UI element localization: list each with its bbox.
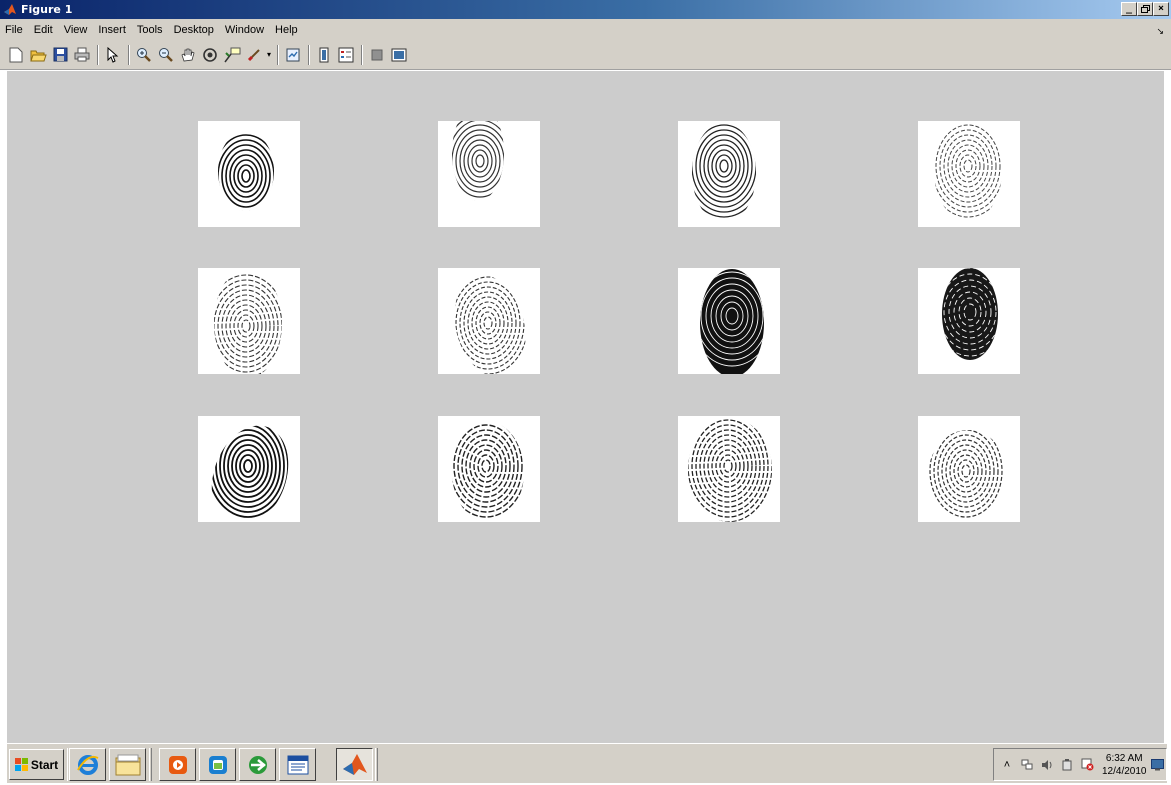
taskbar-outlook[interactable] xyxy=(199,748,236,781)
toolbar-separator xyxy=(97,44,99,65)
network-icon[interactable] xyxy=(1020,758,1034,772)
fingerprint-image[interactable] xyxy=(198,416,300,522)
data-cursor-icon[interactable] xyxy=(223,46,241,64)
taskbar-word[interactable] xyxy=(279,748,316,781)
file-manager-icon xyxy=(115,754,140,775)
menu-edit[interactable]: Edit xyxy=(29,24,59,36)
fingerprint-image[interactable] xyxy=(438,268,540,374)
brush-icon[interactable] xyxy=(245,46,263,64)
security-alert-icon[interactable] xyxy=(1080,758,1094,772)
fingerprint-image[interactable] xyxy=(438,416,540,522)
zoom-out-icon[interactable] xyxy=(157,46,175,64)
menu-window[interactable]: Window xyxy=(220,24,270,36)
taskbar-grip xyxy=(149,748,152,781)
close-icon: × xyxy=(1157,3,1165,14)
new-figure-icon[interactable] xyxy=(7,46,25,64)
menu-tools[interactable]: Tools xyxy=(132,24,169,36)
start-label: Start xyxy=(30,757,59,772)
print-icon[interactable] xyxy=(73,46,91,64)
figure-toolbar: ▾ xyxy=(0,40,1171,70)
legend-icon[interactable] xyxy=(337,46,355,64)
taskbar-matlab[interactable] xyxy=(336,748,373,781)
fingerprint-image[interactable] xyxy=(438,121,540,227)
fingerprint-image[interactable] xyxy=(918,268,1020,374)
word-icon xyxy=(287,755,308,774)
title-bar: Figure 1 _ × xyxy=(0,0,1171,19)
zoom-in-icon[interactable] xyxy=(135,46,153,64)
clock-date: 12/4/2010 xyxy=(1102,765,1147,777)
menu-help[interactable]: Help xyxy=(270,24,304,36)
save-icon[interactable] xyxy=(51,46,69,64)
toolbar-separator xyxy=(128,44,130,65)
fingerprint-image[interactable] xyxy=(918,121,1020,227)
fingerprint-image[interactable] xyxy=(918,416,1020,522)
hide-plot-tools-icon[interactable] xyxy=(368,46,386,64)
matlab-logo-icon xyxy=(4,3,16,15)
link-plot-icon[interactable] xyxy=(284,46,302,64)
menu-desktop[interactable]: Desktop xyxy=(169,24,220,36)
menu-file[interactable]: File xyxy=(0,24,29,36)
fingerprint-image[interactable] xyxy=(198,268,300,374)
fingerprint-image[interactable] xyxy=(678,416,780,522)
restore-icon xyxy=(1140,5,1150,13)
taskbar: Start ˄ 6:32 AM 12/4/2010 xyxy=(7,743,1167,783)
taskbar-media-player[interactable] xyxy=(159,748,196,781)
volume-icon[interactable] xyxy=(1040,758,1054,772)
minimize-icon: _ xyxy=(1125,3,1133,14)
media-player-icon xyxy=(168,755,187,774)
internet-explorer-icon xyxy=(76,754,98,775)
browser-icon xyxy=(248,755,267,774)
power-icon[interactable] xyxy=(1060,758,1074,772)
windows-logo-icon xyxy=(14,757,28,771)
pan-icon[interactable] xyxy=(179,46,197,64)
show-desktop-icon[interactable] xyxy=(1151,758,1164,771)
restore-button[interactable] xyxy=(1137,2,1153,16)
start-button[interactable]: Start xyxy=(9,749,64,780)
figure-canvas[interactable] xyxy=(7,71,1164,743)
colorbar-icon[interactable] xyxy=(315,46,333,64)
rotate-3d-icon[interactable] xyxy=(201,46,219,64)
show-plot-tools-icon[interactable] xyxy=(390,46,408,64)
dock-arrow-icon[interactable]: ↘ xyxy=(1156,26,1164,37)
fingerprint-image[interactable] xyxy=(198,121,300,227)
toolbar-separator xyxy=(308,44,311,65)
fingerprint-image[interactable] xyxy=(678,268,780,374)
toolbar-separator xyxy=(361,44,364,65)
menu-bar: File Edit View Insert Tools Desktop Wind… xyxy=(0,19,1171,40)
taskbar-file-manager[interactable] xyxy=(109,748,146,781)
minimize-button[interactable]: _ xyxy=(1121,2,1137,16)
tray-expand-icon[interactable]: ˄ xyxy=(1000,758,1014,772)
edit-plot-icon[interactable] xyxy=(104,46,122,64)
taskbar-browser[interactable] xyxy=(239,748,276,781)
menu-insert[interactable]: Insert xyxy=(93,24,132,36)
menu-view[interactable]: View xyxy=(59,24,94,36)
open-file-icon[interactable] xyxy=(29,46,47,64)
outlook-icon xyxy=(208,755,227,774)
close-button[interactable]: × xyxy=(1153,2,1169,16)
taskbar-internet-explorer[interactable] xyxy=(69,748,106,781)
taskbar-grip xyxy=(375,748,378,781)
window-title: Figure 1 xyxy=(21,3,73,16)
clock-time: 6:32 AM xyxy=(1105,752,1143,764)
matlab-icon xyxy=(342,753,367,775)
system-tray: ˄ 6:32 AM 12/4/2010 xyxy=(993,748,1167,781)
clock[interactable]: 6:32 AM 12/4/2010 xyxy=(1102,752,1147,778)
toolbar-separator xyxy=(277,44,280,65)
brush-dropdown-icon[interactable]: ▾ xyxy=(267,50,271,59)
fingerprint-image[interactable] xyxy=(678,121,780,227)
